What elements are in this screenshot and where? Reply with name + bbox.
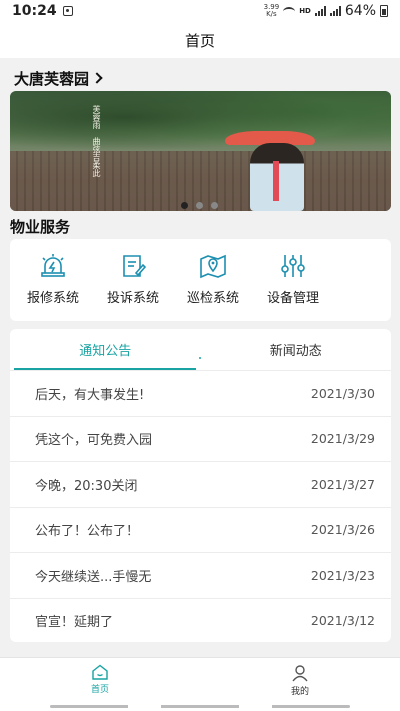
service-repair[interactable]: 报修系统	[16, 239, 90, 321]
list-item[interactable]: 今晚，20:30关闭 2021/3/27	[10, 461, 391, 507]
news-card: 通知公告 新闻动态 后天，有大事发生! 2021/3/30 凭这个，可免费入园 …	[10, 329, 391, 642]
news-tabs: 通知公告 新闻动态	[10, 329, 391, 370]
service-label: 巡检系统	[186, 291, 239, 306]
active-tab-indicator	[14, 368, 196, 370]
battery-icon	[380, 5, 388, 17]
service-equipment[interactable]: 设备管理	[256, 239, 330, 321]
news-date: 2021/3/27	[310, 476, 375, 492]
community-name: 大唐芙蓉园	[14, 70, 90, 88]
system-gesture-bar	[0, 703, 400, 711]
news-title: 今天继续送...手慢无	[35, 569, 152, 585]
figure-illustration	[250, 143, 304, 211]
complaint-document-icon	[123, 255, 147, 277]
network-speed: 3.99 K/s	[263, 3, 280, 18]
chevron-right-icon	[91, 72, 103, 84]
news-title: 凭这个，可免费入园	[35, 433, 153, 449]
repair-alarm-icon	[41, 254, 65, 277]
carousel-dot[interactable]	[211, 202, 218, 209]
patrol-map-icon	[200, 254, 226, 279]
carousel-dot[interactable]	[181, 202, 188, 209]
news-date: 2021/3/29	[310, 431, 375, 447]
status-bar: 10:24 3.99 K/s HD 64%	[0, 0, 400, 22]
tab-label: 我的	[290, 687, 309, 697]
news-title: 后天，有大事发生!	[35, 387, 145, 403]
news-title: 公布了！公布了！	[35, 524, 140, 540]
carousel-dots	[181, 202, 218, 209]
nav-bar: 首页	[0, 22, 400, 58]
wifi-icon	[283, 6, 296, 16]
status-indicators: 3.99 K/s HD 64%	[264, 3, 388, 19]
list-item[interactable]: 凭这个，可免费入园 2021/3/29	[10, 415, 391, 462]
home-icon	[92, 664, 108, 680]
news-title: 今晚，20:30关闭	[35, 478, 138, 494]
poem-line-1: 芙蓉雨	[92, 105, 101, 129]
service-patrol[interactable]: 巡检系统	[176, 239, 250, 321]
tab-label: 首页	[90, 685, 109, 695]
tab-home[interactable]: 首页	[0, 658, 200, 703]
tab-notices[interactable]: 通知公告	[10, 329, 201, 370]
carousel-dot[interactable]	[196, 202, 203, 209]
poem-line-2: 曲弦吉柔此	[92, 137, 101, 177]
notification-icon	[62, 6, 73, 16]
list-item[interactable]: 公布了！公布了！ 2021/3/26	[10, 506, 391, 553]
signal-icon	[314, 6, 326, 16]
equipment-sliders-icon	[281, 255, 305, 277]
services-heading: 物业服务	[10, 218, 71, 236]
service-label: 设备管理	[266, 291, 319, 306]
banner-poem: 芙蓉雨 曲弦吉柔此	[52, 105, 102, 177]
battery-percentage: 64%	[344, 3, 376, 19]
tab-dot	[199, 357, 201, 359]
service-label: 报修系统	[26, 291, 79, 306]
banner-carousel[interactable]: 芙蓉雨 曲弦吉柔此	[10, 91, 391, 211]
news-date: 2021/3/12	[310, 613, 375, 629]
list-item[interactable]: 后天，有大事发生! 2021/3/30	[10, 370, 391, 416]
tab-mine[interactable]: 我的	[200, 658, 400, 703]
news-date: 2021/3/30	[310, 385, 375, 401]
tab-news[interactable]: 新闻动态	[201, 329, 392, 370]
news-date: 2021/3/26	[310, 522, 375, 538]
services-card: 报修系统 投诉系统 巡检系统 设备管理	[10, 239, 391, 321]
bottom-tab-bar: 首页 我的	[0, 657, 400, 703]
user-icon	[292, 665, 308, 682]
service-label: 投诉系统	[106, 291, 159, 306]
news-date: 2021/3/23	[310, 567, 375, 583]
news-list: 后天，有大事发生! 2021/3/30 凭这个，可免费入园 2021/3/29 …	[10, 370, 391, 642]
news-title: 官宣！延期了	[35, 615, 114, 631]
page-title: 首页	[184, 31, 215, 50]
service-complaint[interactable]: 投诉系统	[96, 239, 170, 321]
hd-indicator: HD	[299, 7, 311, 15]
signal-icon-2	[329, 6, 341, 16]
list-item[interactable]: 今天继续送...手慢无 2021/3/23	[10, 552, 391, 598]
list-item[interactable]: 官宣！延期了 2021/3/12	[10, 597, 391, 643]
status-time: 10:24	[12, 3, 57, 19]
community-selector[interactable]: 大唐芙蓉园	[14, 68, 103, 89]
